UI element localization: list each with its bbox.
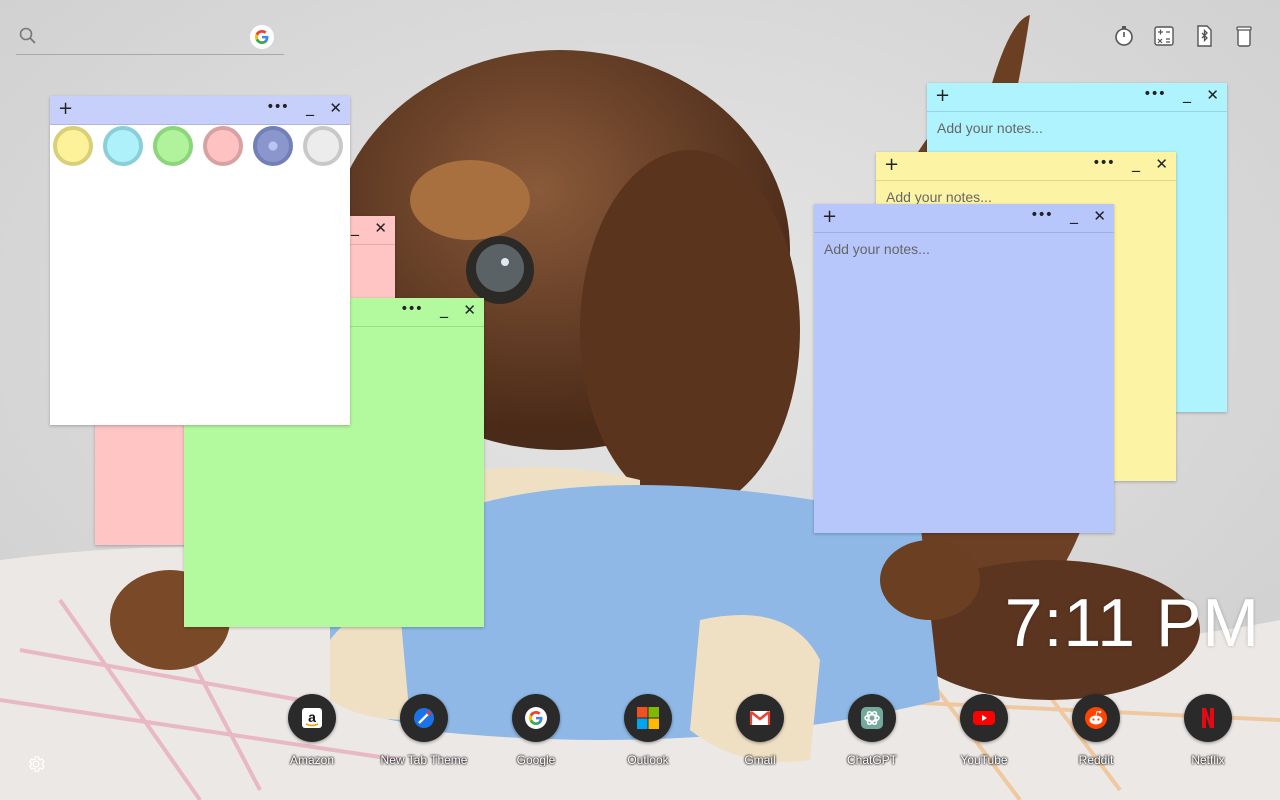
more-options-icon[interactable]: ••• <box>266 99 289 115</box>
shortcut-netflix[interactable]: Netflix <box>1160 694 1256 774</box>
chatgpt-icon[interactable] <box>848 694 896 742</box>
shortcut-label: Netflix <box>1191 753 1225 767</box>
color-swatch-blue[interactable] <box>253 126 293 166</box>
minimize-icon[interactable]: _ <box>440 299 448 318</box>
note-toolbar: + ••• _ ✕ <box>50 96 350 125</box>
minimize-icon[interactable]: _ <box>1183 84 1191 103</box>
close-icon[interactable]: ✕ <box>329 99 342 117</box>
trash-icon[interactable] <box>1232 24 1256 48</box>
more-options-icon[interactable]: ••• <box>400 301 423 317</box>
shortcut-label: New Tab Theme <box>380 753 468 767</box>
color-swatch-gray[interactable] <box>303 126 343 166</box>
gear-icon[interactable] <box>26 754 46 774</box>
reddit-icon[interactable] <box>1072 694 1120 742</box>
sticky-note-white[interactable]: + ••• _ ✕ <box>50 96 350 425</box>
shortcut-new-tab-theme[interactable]: New Tab Theme <box>376 694 472 774</box>
google-icon[interactable] <box>512 694 560 742</box>
shortcut-label: ChatGPT <box>846 753 897 767</box>
add-note-icon[interactable]: + <box>884 154 899 175</box>
microsoft-icon[interactable] <box>624 694 672 742</box>
color-swatch-cyan[interactable] <box>103 126 143 166</box>
svg-text:a: a <box>308 709 316 725</box>
shortcut-amazon[interactable]: a Amazon <box>264 694 360 774</box>
new-tab-theme-icon[interactable] <box>400 694 448 742</box>
shortcut-google[interactable]: Google <box>488 694 584 774</box>
add-note-icon[interactable]: + <box>822 206 837 227</box>
close-icon[interactable]: ✕ <box>463 301 476 319</box>
note-toolbar: + ••• _ ✕ <box>814 204 1114 233</box>
more-options-icon[interactable]: ••• <box>1143 86 1166 102</box>
minimize-icon[interactable]: _ <box>306 97 314 116</box>
color-swatch-green[interactable] <box>153 126 193 166</box>
bluetooth-file-icon[interactable] <box>1192 24 1216 48</box>
close-icon[interactable]: ✕ <box>374 219 387 237</box>
calculator-icon[interactable] <box>1152 24 1176 48</box>
netflix-icon[interactable] <box>1184 694 1232 742</box>
google-g-icon[interactable] <box>250 25 274 49</box>
shortcut-label: Gmail <box>744 753 776 767</box>
note-toolbar: + ••• _ ✕ <box>876 152 1176 181</box>
close-icon[interactable]: ✕ <box>1155 155 1168 173</box>
minimize-icon[interactable]: _ <box>1070 205 1078 224</box>
more-options-icon[interactable]: ••• <box>1030 207 1053 223</box>
note-text-input[interactable] <box>814 233 1114 533</box>
close-icon[interactable]: ✕ <box>1093 207 1106 225</box>
add-note-icon[interactable]: + <box>935 85 950 106</box>
shortcut-label: Outlook <box>627 753 669 767</box>
color-swatch-pink[interactable] <box>203 126 243 166</box>
shortcut-youtube[interactable]: YouTube <box>936 694 1032 774</box>
shortcut-chatgpt[interactable]: ChatGPT <box>824 694 920 774</box>
more-options-icon[interactable]: ••• <box>1092 155 1115 171</box>
search-icon[interactable] <box>18 26 38 46</box>
shortcut-reddit[interactable]: Reddit <box>1048 694 1144 774</box>
shortcut-gmail[interactable]: Gmail <box>712 694 808 774</box>
search-input[interactable] <box>46 26 250 50</box>
gmail-icon[interactable] <box>736 694 784 742</box>
minimize-icon[interactable]: _ <box>1132 153 1140 172</box>
amazon-icon[interactable]: a <box>288 694 336 742</box>
add-note-icon[interactable]: + <box>58 98 73 119</box>
shortcut-label: YouTube <box>960 753 1008 767</box>
sticky-note-blue[interactable]: + ••• _ ✕ <box>814 204 1114 533</box>
color-swatch-yellow[interactable] <box>53 126 93 166</box>
youtube-icon[interactable] <box>960 694 1008 742</box>
color-palette <box>50 125 350 175</box>
timer-icon[interactable] <box>1112 24 1136 48</box>
shortcut-label: Reddit <box>1078 753 1114 767</box>
note-toolbar: + ••• _ ✕ <box>927 83 1227 112</box>
clock: 7:11 PM <box>1004 585 1260 661</box>
minimize-icon[interactable]: _ <box>351 217 359 236</box>
close-icon[interactable]: ✕ <box>1206 86 1219 104</box>
shortcut-label: Google <box>516 753 556 767</box>
shortcut-label: Amazon <box>289 753 335 767</box>
shortcut-outlook[interactable]: Outlook <box>600 694 696 774</box>
search-bar[interactable] <box>16 22 284 55</box>
